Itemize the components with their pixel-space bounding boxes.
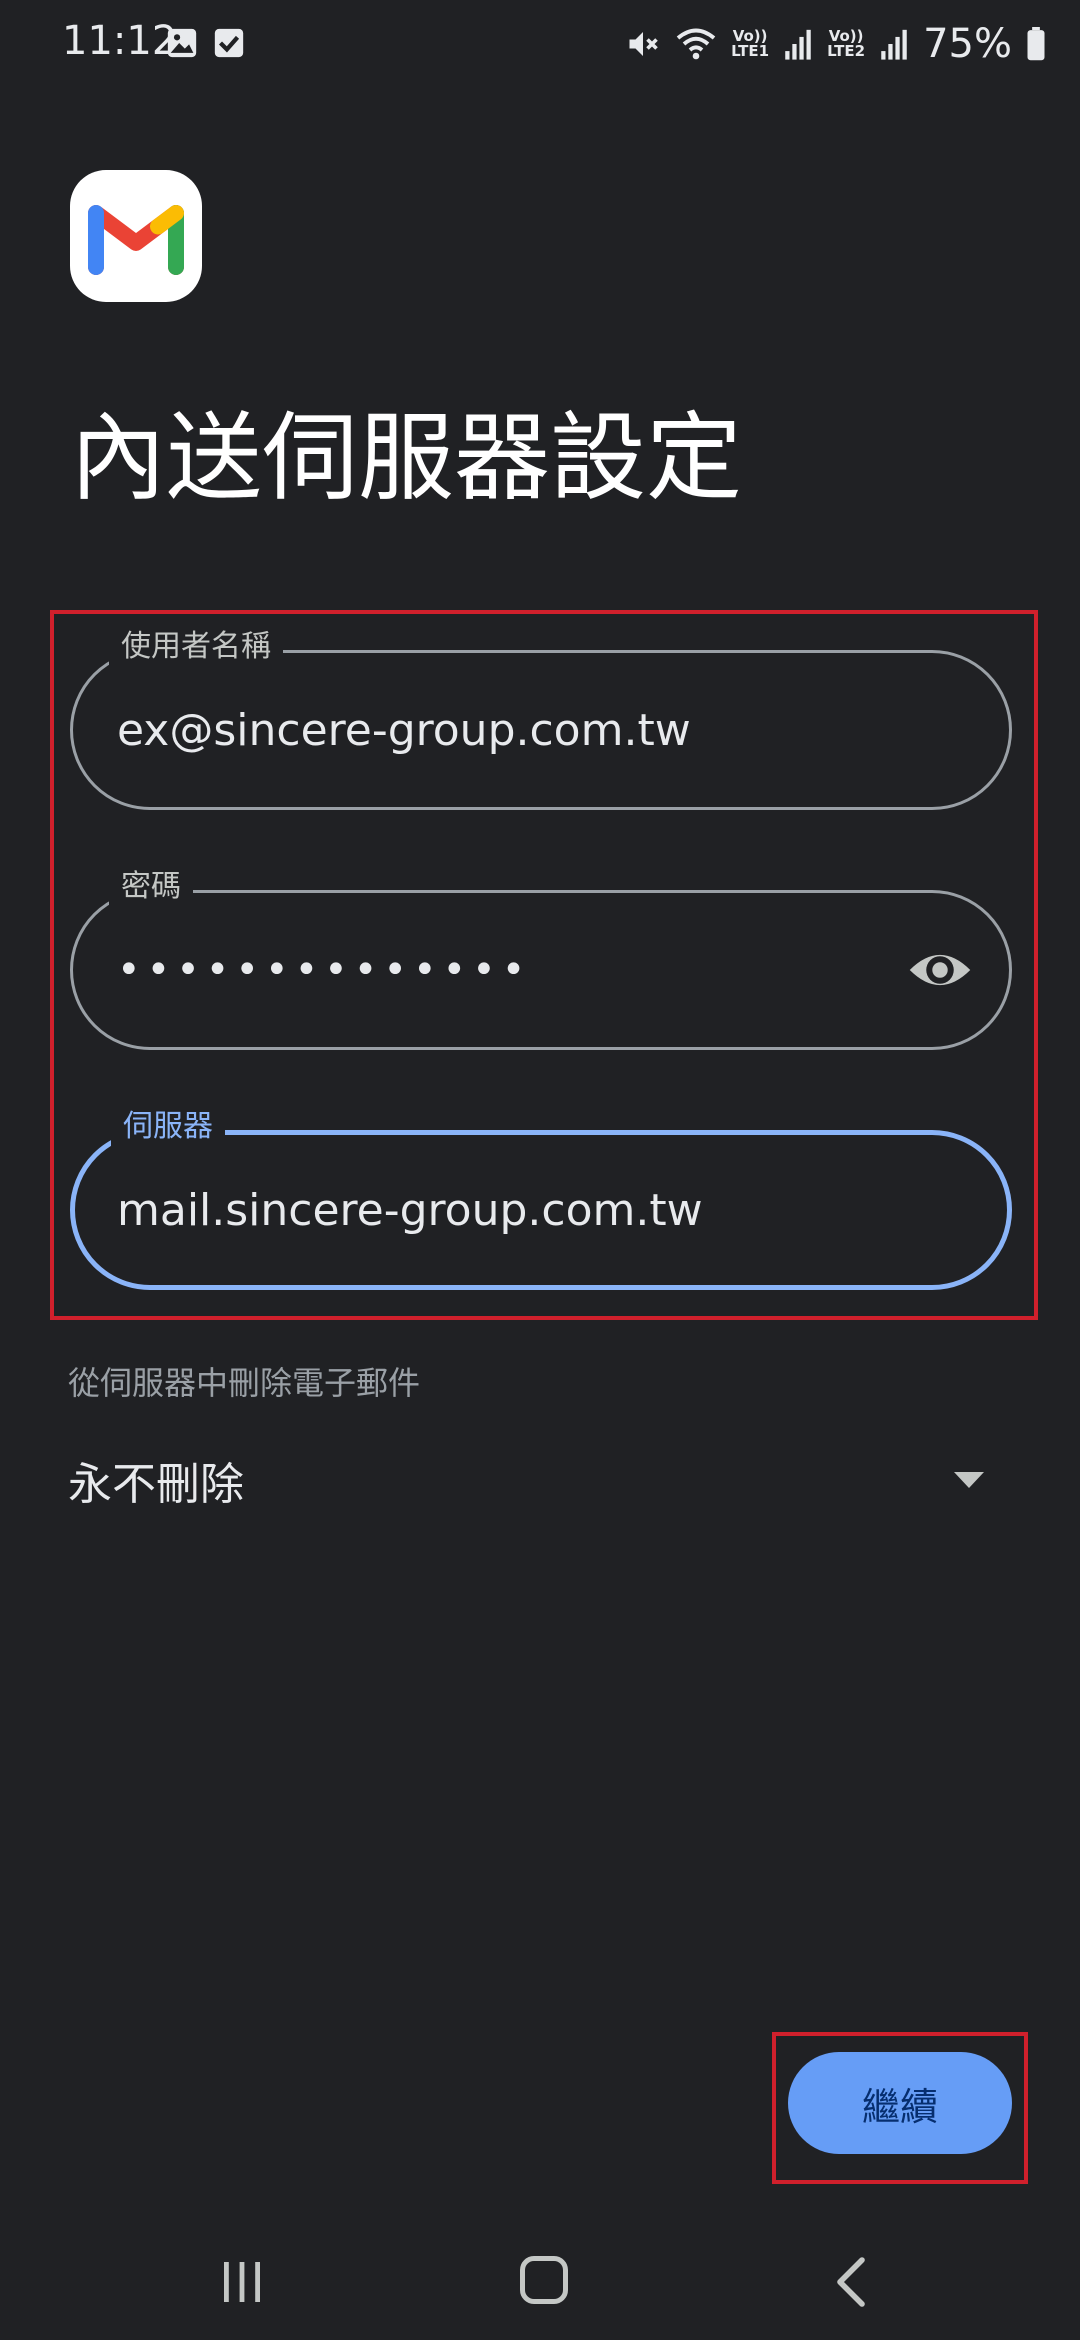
image-icon bbox=[167, 28, 197, 58]
check-box-icon bbox=[214, 28, 244, 58]
battery-icon bbox=[1027, 27, 1045, 61]
lte2-indicator: Vo)) LTE2 bbox=[827, 29, 865, 59]
battery-percent: 75% bbox=[923, 21, 1012, 67]
password-value: •••••••••••••• bbox=[117, 947, 532, 993]
navigation-bar bbox=[0, 2220, 1080, 2340]
server-field[interactable]: 伺服器 mail.sincere-group.com.tw bbox=[70, 1107, 1012, 1290]
status-time: 11:12 bbox=[62, 18, 178, 64]
gmail-logo bbox=[70, 170, 202, 302]
signal-icon bbox=[881, 29, 907, 60]
recent-apps-icon[interactable] bbox=[218, 2258, 266, 2306]
back-icon[interactable] bbox=[828, 2256, 876, 2308]
username-field[interactable]: 使用者名稱 ex@sincere-group.com.tw bbox=[70, 627, 1012, 810]
gmail-m-icon bbox=[88, 205, 184, 275]
wifi-icon bbox=[676, 28, 716, 60]
lte1-indicator: Vo)) LTE1 bbox=[731, 29, 769, 59]
password-field[interactable]: 密碼 •••••••••••••• bbox=[70, 867, 1012, 1050]
eye-icon[interactable] bbox=[907, 937, 973, 1003]
mute-icon bbox=[629, 32, 658, 56]
server-value: mail.sincere-group.com.tw bbox=[117, 1184, 703, 1236]
page-title: 內送伺服器設定 bbox=[70, 402, 742, 514]
delete-option-value: 永不刪除 bbox=[68, 1459, 244, 1510]
username-value: ex@sincere-group.com.tw bbox=[117, 704, 691, 756]
delete-option-caption: 從伺服器中刪除電子郵件 bbox=[68, 1364, 421, 1402]
lte1-label: LTE1 bbox=[731, 42, 770, 60]
continue-button[interactable]: 繼續 bbox=[788, 2052, 1012, 2154]
lte2-label: LTE2 bbox=[827, 42, 866, 60]
status-bar: 11:12 Vo)) LTE1 Vo)) LTE2 75% bbox=[0, 0, 1080, 90]
delete-option-select[interactable]: 永不刪除 bbox=[0, 1430, 1080, 1520]
home-icon[interactable] bbox=[520, 2256, 568, 2304]
status-right-cluster: Vo)) LTE1 Vo)) LTE2 75% bbox=[625, 14, 1046, 74]
chevron-down-icon bbox=[954, 1472, 984, 1488]
signal-icon bbox=[785, 29, 811, 60]
